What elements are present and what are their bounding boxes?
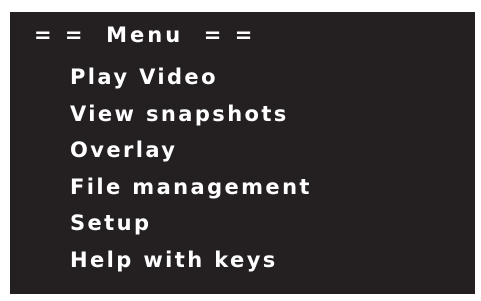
menu-item-overlay[interactable]: Overlay bbox=[70, 132, 312, 169]
menu-title: = = Menu = = bbox=[34, 23, 256, 47]
menu-item-setup[interactable]: Setup bbox=[70, 205, 312, 242]
menu-item-help-with-keys[interactable]: Help with keys bbox=[70, 242, 312, 279]
menu-item-file-management[interactable]: File management bbox=[70, 169, 312, 206]
menu-list: Play Video View snapshots Overlay File m… bbox=[70, 59, 312, 278]
menu-item-view-snapshots[interactable]: View snapshots bbox=[70, 96, 312, 133]
menu-item-play-video[interactable]: Play Video bbox=[70, 59, 312, 96]
menu-screen: = = Menu = = Play Video View snapshots O… bbox=[10, 12, 475, 294]
